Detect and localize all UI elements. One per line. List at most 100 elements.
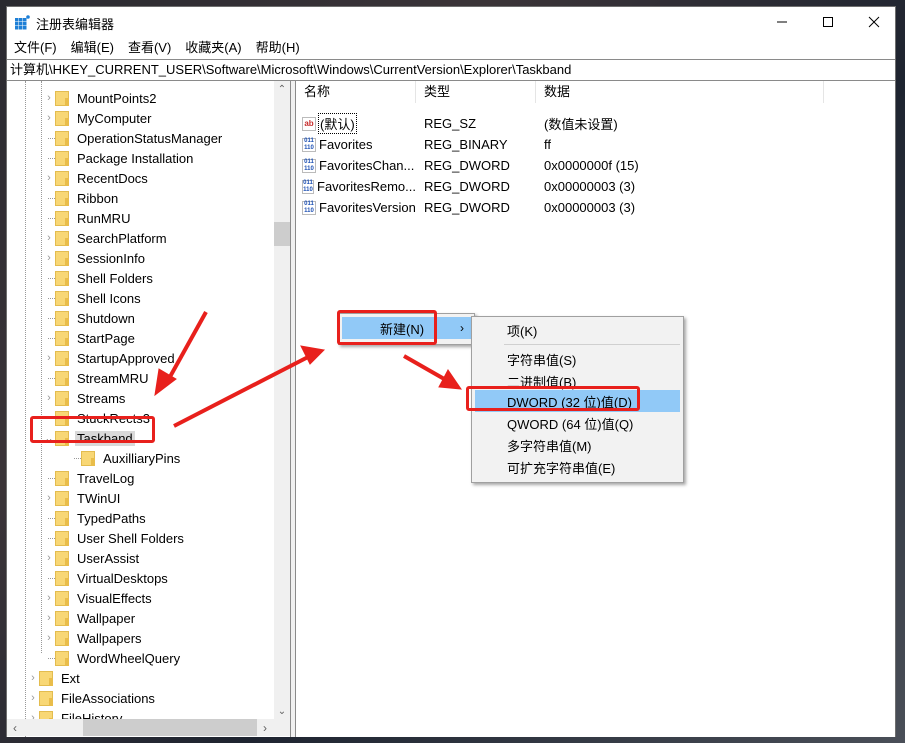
tree-horizontal-scrollbar[interactable]: ‹ › — [7, 719, 274, 736]
menu-help[interactable]: 帮助(H) — [249, 37, 307, 59]
tree-item[interactable]: OperationStatusManager — [43, 128, 224, 148]
submenu-item[interactable]: 字符串值(S) — [475, 348, 680, 370]
submenu-item[interactable]: 二进制值(B) — [475, 370, 680, 392]
tree-item[interactable]: › MountPoints2 — [43, 88, 159, 108]
tree-item[interactable]: Shutdown — [43, 308, 137, 328]
folder-icon — [55, 250, 69, 266]
tree-connector — [43, 468, 55, 488]
tree-item-label: MountPoints2 — [77, 90, 157, 106]
tree-item[interactable]: User Shell Folders — [43, 528, 186, 548]
tree-item-label: SearchPlatform — [77, 230, 167, 246]
tree-item[interactable]: › VisualEffects — [43, 588, 154, 608]
tree-item[interactable]: Ribbon — [43, 188, 120, 208]
expand-chevron-icon[interactable]: › — [43, 628, 55, 648]
menu-item-new[interactable]: 新建(N) › — [342, 317, 472, 339]
tree-item[interactable]: Shell Folders — [43, 268, 155, 288]
scroll-right-icon[interactable]: › — [257, 719, 273, 736]
expand-chevron-icon[interactable]: › — [43, 248, 55, 268]
tree-item[interactable]: › FileAssociations — [27, 688, 157, 708]
value-row[interactable]: 011 110 Favorites REG_BINARY ff — [296, 134, 736, 155]
address-bar[interactable]: 计算机\HKEY_CURRENT_USER\Software\Microsoft… — [7, 59, 895, 81]
tree-item-label: OperationStatusManager — [77, 130, 223, 146]
tree-item[interactable]: AuxilliaryPins — [69, 448, 182, 468]
column-header-type[interactable]: 类型 — [416, 81, 536, 103]
tree-item[interactable]: › Wallpaper — [43, 608, 137, 628]
value-name-cell: 011 110 FavoritesChan... — [296, 158, 416, 173]
expand-chevron-icon[interactable]: › — [43, 388, 55, 408]
column-header-name[interactable]: 名称 — [296, 81, 416, 103]
menu-bar: 文件(F) 编辑(E) 查看(V) 收藏夹(A) 帮助(H) — [7, 37, 895, 59]
close-button[interactable] — [851, 7, 897, 37]
expand-chevron-icon[interactable]: › — [43, 548, 55, 568]
window-title: 注册表编辑器 — [36, 17, 115, 32]
expand-chevron-icon[interactable]: › — [43, 348, 55, 368]
tree-item[interactable]: › Wallpapers — [43, 628, 144, 648]
submenu-item[interactable]: QWORD (64 位)值(Q) — [475, 412, 680, 434]
tree-item[interactable]: Package Installation — [43, 148, 195, 168]
submenu-arrow-icon: › — [460, 321, 464, 335]
maximize-button[interactable] — [805, 7, 851, 37]
tree-connector — [43, 128, 55, 148]
value-row[interactable]: ab (默认) REG_SZ (数值未设置) — [296, 113, 736, 134]
tree-item[interactable]: › SessionInfo — [43, 248, 147, 268]
tree-item[interactable]: TypedPaths — [43, 508, 148, 528]
tree-item-label: VisualEffects — [77, 590, 152, 606]
value-row[interactable]: 011 110 FavoritesChan... REG_DWORD 0x0000000… — [296, 155, 736, 176]
minimize-button[interactable] — [759, 7, 805, 37]
tree-item[interactable]: StartPage — [43, 328, 137, 348]
expand-chevron-icon[interactable]: › — [27, 668, 39, 688]
value-row[interactable]: 011 110 FavoritesVersion REG_DWORD 0x0000000… — [296, 197, 736, 218]
submenu-item[interactable]: 可扩充字符串值(E) — [475, 456, 680, 478]
tree-item[interactable]: › RecentDocs — [43, 168, 150, 188]
tree-item-label: SessionInfo — [77, 250, 145, 266]
column-header-data[interactable]: 数据 — [536, 81, 824, 103]
tree-item[interactable]: › StartupApproved — [43, 348, 177, 368]
tree-item[interactable]: StuckRects3 — [43, 408, 152, 428]
regedit-app-icon — [15, 15, 30, 30]
tree-vscroll-thumb[interactable] — [274, 222, 290, 246]
menu-file[interactable]: 文件(F) — [7, 37, 64, 59]
value-row[interactable]: 011 110 FavoritesRemo... REG_DWORD 0x0000000… — [296, 176, 736, 197]
tree-item[interactable]: StreamMRU — [43, 368, 151, 388]
scrollbar-corner — [274, 719, 290, 736]
expand-chevron-icon[interactable]: › — [43, 608, 55, 628]
tree-hscroll-thumb[interactable] — [83, 719, 257, 736]
folder-icon — [55, 290, 69, 306]
tree-item[interactable]: › Streams — [43, 388, 127, 408]
submenu-item[interactable]: 多字符串值(M) — [475, 434, 680, 456]
tree-item[interactable]: › TWinUI — [43, 488, 122, 508]
scroll-down-icon[interactable]: ⌄ — [274, 703, 290, 719]
close-icon — [868, 16, 880, 28]
collapse-chevron-icon[interactable]: ⌄ — [43, 428, 55, 448]
tree-item[interactable]: WordWheelQuery — [43, 648, 182, 668]
expand-chevron-icon[interactable]: › — [43, 168, 55, 188]
expand-chevron-icon[interactable]: › — [43, 588, 55, 608]
tree-item[interactable]: › SearchPlatform — [43, 228, 169, 248]
tree-item[interactable]: ⌄ Taskband — [43, 428, 135, 448]
expand-chevron-icon[interactable]: › — [27, 688, 39, 708]
folder-icon — [55, 310, 69, 326]
tree-item[interactable]: › UserAssist — [43, 548, 141, 568]
menu-edit[interactable]: 编辑(E) — [64, 37, 121, 59]
expand-chevron-icon[interactable]: › — [43, 108, 55, 128]
tree-connector — [43, 508, 55, 528]
tree-item[interactable]: › Ext — [27, 668, 82, 688]
scroll-left-icon[interactable]: ‹ — [7, 719, 23, 736]
submenu-item[interactable]: DWORD (32 位)值(D) — [475, 390, 680, 412]
expand-chevron-icon[interactable]: › — [43, 488, 55, 508]
tree-guide-line — [25, 81, 26, 737]
tree-item[interactable]: RunMRU — [43, 208, 132, 228]
submenu-item[interactable]: 项(K) — [475, 319, 680, 341]
tree-item-label: StartPage — [77, 330, 135, 346]
menu-favorites[interactable]: 收藏夹(A) — [178, 37, 248, 59]
expand-chevron-icon[interactable]: › — [43, 88, 55, 108]
tree-item[interactable]: VirtualDesktops — [43, 568, 170, 588]
tree-item[interactable]: Shell Icons — [43, 288, 143, 308]
scroll-up-icon[interactable]: ⌃ — [274, 81, 290, 97]
menu-view[interactable]: 查看(V) — [121, 37, 178, 59]
tree-vertical-scrollbar[interactable]: ⌃ ⌄ — [274, 81, 290, 719]
expand-chevron-icon[interactable]: › — [43, 228, 55, 248]
tree-item[interactable]: TravelLog — [43, 468, 136, 488]
title-bar: 注册表编辑器 — [7, 7, 895, 37]
tree-item[interactable]: › MyComputer — [43, 108, 153, 128]
